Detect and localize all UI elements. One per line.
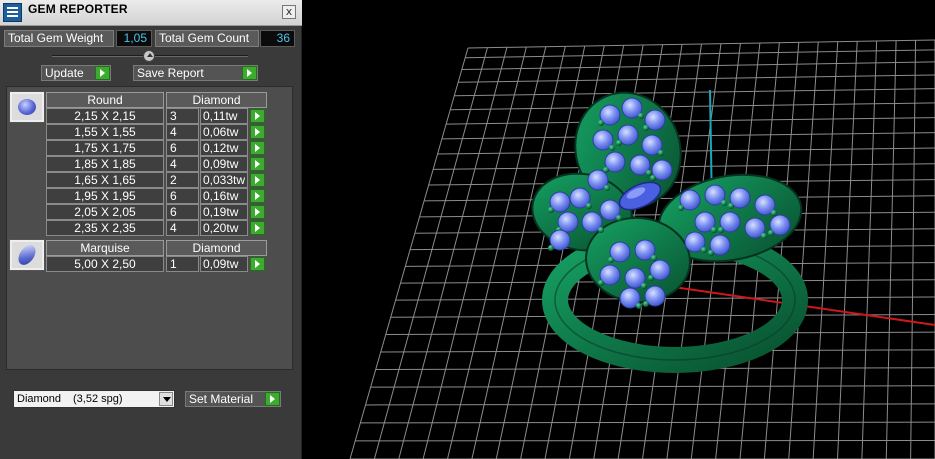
select-gems-go-icon[interactable] <box>250 221 265 235</box>
gem-size-cell: 1,55 X 1,55 <box>46 124 164 140</box>
gem-weight-cell: 0,11tw <box>200 108 248 124</box>
select-gems-go-icon[interactable] <box>250 189 265 203</box>
window-title: GEM REPORTER <box>28 2 128 16</box>
total-gem-count-value: 36 <box>260 30 295 47</box>
update-go-icon <box>95 66 110 80</box>
group-material-header: Diamond <box>166 240 267 256</box>
chevron-down-icon[interactable] <box>159 392 173 406</box>
set-material-button[interactable]: Set Material <box>185 391 281 407</box>
gem-count-cell: 1 <box>166 256 199 272</box>
gem-size-cell: 1,65 X 1,65 <box>46 172 164 188</box>
title-bar[interactable]: GEM REPORTER x <box>0 0 302 26</box>
material-select[interactable]: Diamond (3,52 spg) <box>13 390 175 408</box>
save-report-button[interactable]: Save Report <box>133 65 258 81</box>
material-select-name: Diamond <box>17 393 62 405</box>
select-gems-go-icon[interactable] <box>250 125 265 139</box>
gem-size-cell: 1,95 X 1,95 <box>46 188 164 204</box>
update-button-label: Update <box>45 66 84 80</box>
set-material-button-label: Set Material <box>189 392 254 406</box>
gem-weight-cell: 0,12tw <box>200 140 248 156</box>
gem-size-cell: 1,85 X 1,85 <box>46 156 164 172</box>
gem-size-cell: 1,75 X 1,75 <box>46 140 164 156</box>
select-gems-go-icon[interactable] <box>250 173 265 187</box>
gem-size-cell: 2,05 X 2,05 <box>46 204 164 220</box>
round-gem-icon <box>10 92 44 122</box>
gem-size-cell: 2,15 X 2,15 <box>46 108 164 124</box>
select-gems-go-icon[interactable] <box>250 257 265 271</box>
close-button[interactable]: x <box>282 5 296 19</box>
update-button[interactable]: Update <box>41 65 111 81</box>
marquise-gem-icon <box>10 240 44 270</box>
gem-count-cell: 6 <box>166 204 199 220</box>
group-shape-header: Round <box>46 92 164 108</box>
gem-count-cell: 2 <box>166 172 199 188</box>
gem-count-cell: 3 <box>166 108 199 124</box>
gem-weight-cell: 0,16tw <box>200 188 248 204</box>
gem-weight-cell: 0,09tw <box>200 156 248 172</box>
gem-weight-cell: 0,033tw <box>200 172 248 188</box>
total-gem-weight-label: Total Gem Weight <box>4 30 114 47</box>
gem-weight-cell: 0,19tw <box>200 204 248 220</box>
select-gems-go-icon[interactable] <box>250 205 265 219</box>
gem-count-cell: 4 <box>166 124 199 140</box>
gem-size-cell: 5,00 X 2,50 <box>46 256 164 272</box>
group-shape-header: Marquise <box>46 240 164 256</box>
select-gems-go-icon[interactable] <box>250 157 265 171</box>
gem-reporter-panel: GEM REPORTER x Total Gem Weight 1,05 Tot… <box>0 0 302 459</box>
select-gems-go-icon[interactable] <box>250 141 265 155</box>
gem-size-cell: 2,35 X 2,35 <box>46 220 164 236</box>
select-gems-go-icon[interactable] <box>250 109 265 123</box>
total-gem-weight-value: 1,05 <box>116 30 152 47</box>
gem-count-cell: 6 <box>166 140 199 156</box>
save-report-button-label: Save Report <box>137 66 204 80</box>
3d-viewport[interactable] <box>310 0 935 459</box>
gem-count-cell: 6 <box>166 188 199 204</box>
gem-weight-cell: 0,20tw <box>200 220 248 236</box>
material-select-gravity: (3,52 spg) <box>73 393 123 405</box>
set-material-go-icon <box>265 392 280 406</box>
viewport-canvas <box>349 39 935 459</box>
gem-reporter-app-icon <box>3 3 22 22</box>
total-gem-count-label: Total Gem Count <box>155 30 259 47</box>
group-material-header: Diamond <box>166 92 267 108</box>
gem-weight-cell: 0,09tw <box>200 256 248 272</box>
gem-weight-cell: 0,06tw <box>200 124 248 140</box>
gem-count-cell: 4 <box>166 156 199 172</box>
size-slider-handle[interactable] <box>143 50 155 62</box>
gem-count-cell: 4 <box>166 220 199 236</box>
save-report-go-icon <box>242 66 257 80</box>
